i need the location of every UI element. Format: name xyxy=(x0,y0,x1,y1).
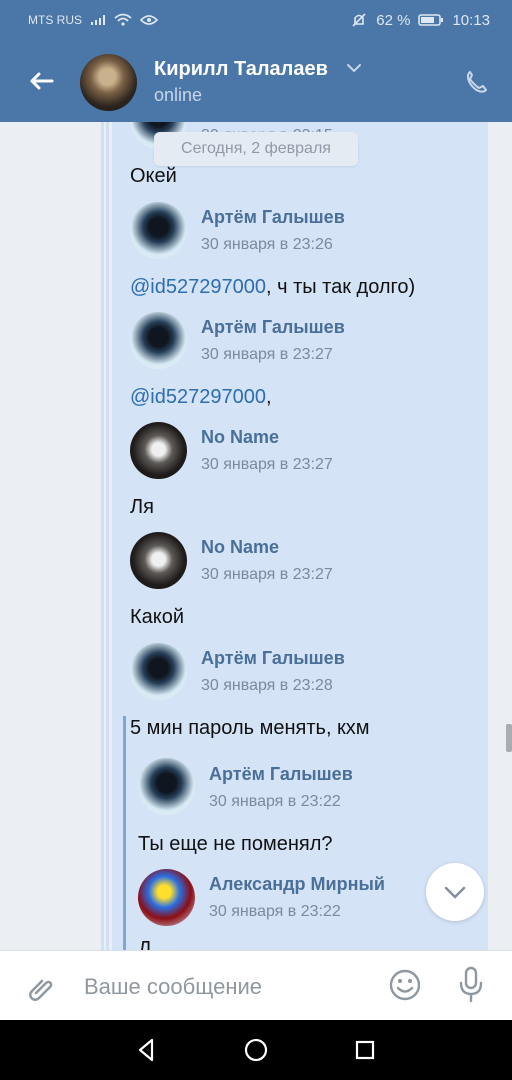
status-bar-left: MTS RUS xyxy=(28,13,158,27)
date-chip: Сегодня, 2 февраля xyxy=(154,132,358,166)
message-time: 30 января в 23:27 xyxy=(201,456,333,473)
clock: 10:13 xyxy=(452,11,490,29)
author-avatar[interactable] xyxy=(138,869,195,926)
author-avatar[interactable] xyxy=(130,422,187,479)
message-text-fragment: , ч ты так долго) xyxy=(265,276,416,298)
contact-status: online xyxy=(154,85,203,105)
status-bar: MTS RUS 62 % 10:13 xyxy=(0,0,512,42)
author-name[interactable]: Александр Мирный xyxy=(209,874,385,895)
author-avatar[interactable] xyxy=(130,202,187,259)
nested-thread-rail xyxy=(123,716,126,950)
message-text: Д xyxy=(138,938,152,950)
battery-percentage: 62 % xyxy=(376,11,411,29)
message-input[interactable] xyxy=(82,971,376,1003)
android-navigation-bar xyxy=(0,1020,512,1080)
thread-rail xyxy=(106,122,109,950)
chat-header: Кирилл Талалаев online xyxy=(0,42,512,122)
message-time: 30 января в 23:28 xyxy=(201,677,333,694)
author-avatar[interactable] xyxy=(138,758,195,815)
message-text: Ты еще не поменял? xyxy=(138,833,333,855)
author-name[interactable]: Артём Галышев xyxy=(209,764,353,785)
author-avatar[interactable] xyxy=(130,643,187,700)
user-mention-link[interactable]: @id527297000 xyxy=(130,386,266,408)
author-name[interactable]: Артём Галышев xyxy=(201,207,345,228)
chevron-down-icon[interactable] xyxy=(346,62,362,74)
author-name[interactable]: No Name xyxy=(201,537,279,558)
wifi-icon xyxy=(114,13,132,26)
author-avatar[interactable] xyxy=(130,532,187,589)
scroll-down-button[interactable] xyxy=(426,863,484,921)
emoji-icon[interactable] xyxy=(388,968,422,1002)
triangle-back-icon[interactable] xyxy=(132,1036,160,1064)
phone-icon[interactable] xyxy=(462,68,490,96)
microphone-icon[interactable] xyxy=(456,966,486,1004)
scrollbar-thumb[interactable] xyxy=(506,724,512,752)
author-name[interactable]: Артём Галышев xyxy=(201,648,345,669)
signal-icon xyxy=(91,15,105,25)
message-text: 5 мин пароль менять, кхм xyxy=(130,717,370,739)
eye-icon xyxy=(140,15,158,25)
message-time: 30 января в 23:22 xyxy=(209,903,341,920)
square-recent-icon[interactable] xyxy=(351,1036,379,1064)
paperclip-icon[interactable] xyxy=(24,970,58,1004)
thread-rail xyxy=(101,122,104,950)
message-text: Ля xyxy=(130,496,154,518)
carrier-name: MTS RUS xyxy=(28,13,82,27)
message-text: @id527297000, ч ты так долго) xyxy=(130,276,415,299)
message-composer xyxy=(0,950,512,1021)
message-feed[interactable]: 30 января в 23:15 Сегодня, 2 февраля Оке… xyxy=(0,122,512,950)
user-mention-link[interactable]: @id527297000 xyxy=(130,276,266,298)
status-bar-right: 62 % 10:13 xyxy=(350,11,490,29)
author-avatar[interactable] xyxy=(130,312,187,369)
circle-home-icon[interactable] xyxy=(242,1036,270,1064)
mute-icon xyxy=(352,13,366,27)
message-text-fragment: , xyxy=(265,386,272,408)
back-arrow-icon[interactable] xyxy=(26,66,56,96)
message-text: @id527297000, xyxy=(130,386,272,409)
author-name[interactable]: No Name xyxy=(201,427,279,448)
message-text: Какой xyxy=(130,606,185,628)
contact-name[interactable]: Кирилл Талалаев xyxy=(154,58,328,81)
battery-icon xyxy=(418,14,444,26)
contact-avatar[interactable] xyxy=(80,54,137,111)
message-text: Окей xyxy=(130,165,177,187)
message-time: 30 января в 23:22 xyxy=(209,793,341,810)
author-name[interactable]: Артём Галышев xyxy=(201,317,345,338)
message-time: 30 января в 23:26 xyxy=(201,236,333,253)
message-time: 30 января в 23:27 xyxy=(201,346,333,363)
chevron-down-icon xyxy=(444,886,466,899)
message-time: 30 января в 23:27 xyxy=(201,566,333,583)
